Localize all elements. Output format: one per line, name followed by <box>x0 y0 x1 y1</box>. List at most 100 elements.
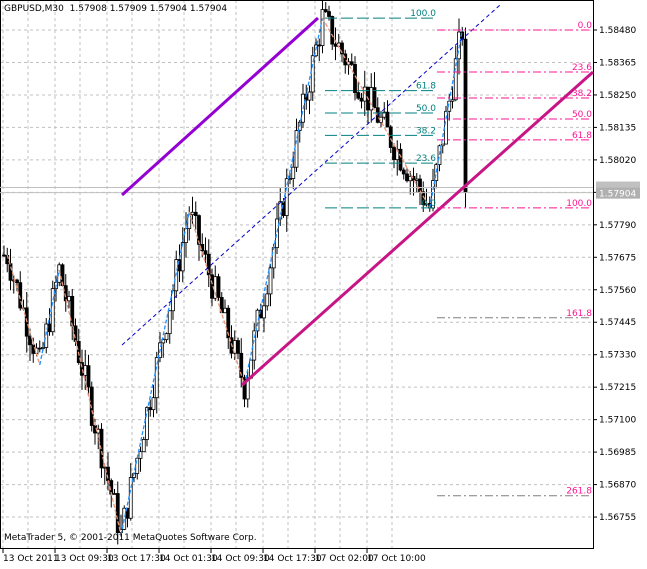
upper-channel-line <box>120 16 320 197</box>
candle-body <box>141 439 146 453</box>
candle-body <box>197 215 201 245</box>
chart-window[interactable]: 1.58480 1.58365 1.58250 1.58135 1.58020 1.579… <box>0 0 647 569</box>
candle-body <box>327 11 331 17</box>
plot-border <box>0 0 594 549</box>
candle-body <box>73 325 78 342</box>
candle-body <box>463 38 468 194</box>
candle-body <box>112 493 117 495</box>
fib-left-label: 50.0 <box>416 104 436 114</box>
candle-body <box>265 293 270 307</box>
fib-right-label: 61.8 <box>572 131 592 141</box>
candle-body <box>405 173 409 182</box>
candle-body <box>236 340 240 354</box>
candle-body <box>408 175 413 182</box>
price-label: 1.56755 <box>599 513 636 523</box>
zigzag-down-segment <box>188 211 246 386</box>
fib-right-label: 261.8 <box>566 487 592 497</box>
candle-body <box>102 466 107 469</box>
chart-title: GBPUSD,M30 1.57908 1.57909 1.57904 1.579… <box>4 4 227 14</box>
time-label: 14 Oct 09:30 <box>211 554 270 564</box>
candle-body <box>359 97 364 102</box>
candle-body <box>385 111 390 128</box>
candle-body <box>414 178 419 181</box>
fib-right-label: 38.2 <box>572 89 592 99</box>
candle-body <box>223 307 227 314</box>
fib-right-label: 0.0 <box>578 21 593 31</box>
symbol-label: GBPUSD,M30 <box>4 4 64 14</box>
candle-body <box>333 43 338 47</box>
candle-body <box>317 44 322 47</box>
candle-body <box>418 178 422 193</box>
fib-left-label: 0.0 <box>422 199 437 209</box>
candle-body <box>128 477 133 519</box>
candle-body <box>50 288 55 333</box>
time-label: 13 Oct 17:30 <box>107 554 166 564</box>
fib-right-label: 100.0 <box>566 199 592 209</box>
price-label: 1.56985 <box>599 448 636 458</box>
candle-body <box>67 295 71 302</box>
candle-body <box>47 323 52 333</box>
candle-body <box>278 201 283 220</box>
fib-right-label: 161.8 <box>566 309 592 319</box>
fib-left-label: 23.6 <box>416 154 436 164</box>
fib-left-label: 100.0 <box>410 9 436 19</box>
candle-body <box>388 126 393 148</box>
price-label: 1.57445 <box>599 318 636 328</box>
time-label: 13 Oct 2011 <box>3 554 59 564</box>
candle-body <box>15 279 19 284</box>
price-label: 1.57100 <box>599 416 636 426</box>
price-label: 1.57675 <box>599 253 636 263</box>
price-label: 1.58020 <box>599 156 636 166</box>
zigzag-down-segment <box>58 269 122 535</box>
candle-body <box>2 254 6 257</box>
candle-body <box>138 451 143 459</box>
candle-body <box>86 365 91 388</box>
candle-body <box>8 263 13 281</box>
candle-body <box>115 493 120 534</box>
fib-right-label: 23.6 <box>572 63 592 73</box>
candle-body <box>41 347 45 349</box>
price-chart[interactable]: 1.58480 1.58365 1.58250 1.58135 1.58020 1.579… <box>0 0 647 569</box>
candle-body <box>275 218 279 249</box>
candle-body <box>83 365 88 376</box>
candle-body <box>320 9 325 46</box>
candle-body <box>37 347 42 350</box>
candle-body <box>268 267 273 295</box>
fib-left-label: 61.8 <box>416 82 436 92</box>
candle-body <box>167 310 172 335</box>
fib-right-label: 50.0 <box>572 110 592 120</box>
price-label: 1.57560 <box>599 286 636 296</box>
price-label: 1.58135 <box>599 123 636 133</box>
candle-body <box>190 211 195 216</box>
price-label: 1.57330 <box>599 351 636 361</box>
candle-body <box>323 9 328 12</box>
candle-body <box>398 148 403 171</box>
price-label: 1.57215 <box>599 383 636 393</box>
time-label: 17 Oct 02:00 <box>315 554 374 564</box>
candle-body <box>63 285 68 302</box>
candle-body <box>291 166 296 179</box>
candle-body <box>151 397 156 411</box>
time-label: 14 Oct 17:30 <box>263 554 322 564</box>
candle-body <box>392 147 396 161</box>
candle-body <box>307 91 312 101</box>
price-label: 1.56870 <box>599 481 636 491</box>
candle-body <box>330 16 335 45</box>
candle-body <box>70 295 75 327</box>
candle-body <box>369 87 374 111</box>
candle-body <box>450 99 455 102</box>
candle-body <box>164 333 169 341</box>
candle-body <box>349 61 354 65</box>
price-label: 1.58365 <box>599 58 636 68</box>
candle-body <box>193 211 198 216</box>
candle-body <box>401 169 406 175</box>
current-price-label: 1.57904 <box>599 190 636 200</box>
candle-body <box>106 466 110 481</box>
ohlc-readout: 1.57908 1.57909 1.57904 1.57904 <box>69 4 228 14</box>
candle-body <box>262 305 266 319</box>
candle-body <box>203 250 208 255</box>
candle-body <box>145 407 149 440</box>
copyright: MetaTrader 5, © 2001-2011 MetaQuotes Sof… <box>4 533 257 543</box>
candle-body <box>148 407 153 411</box>
candle-body <box>184 228 188 244</box>
